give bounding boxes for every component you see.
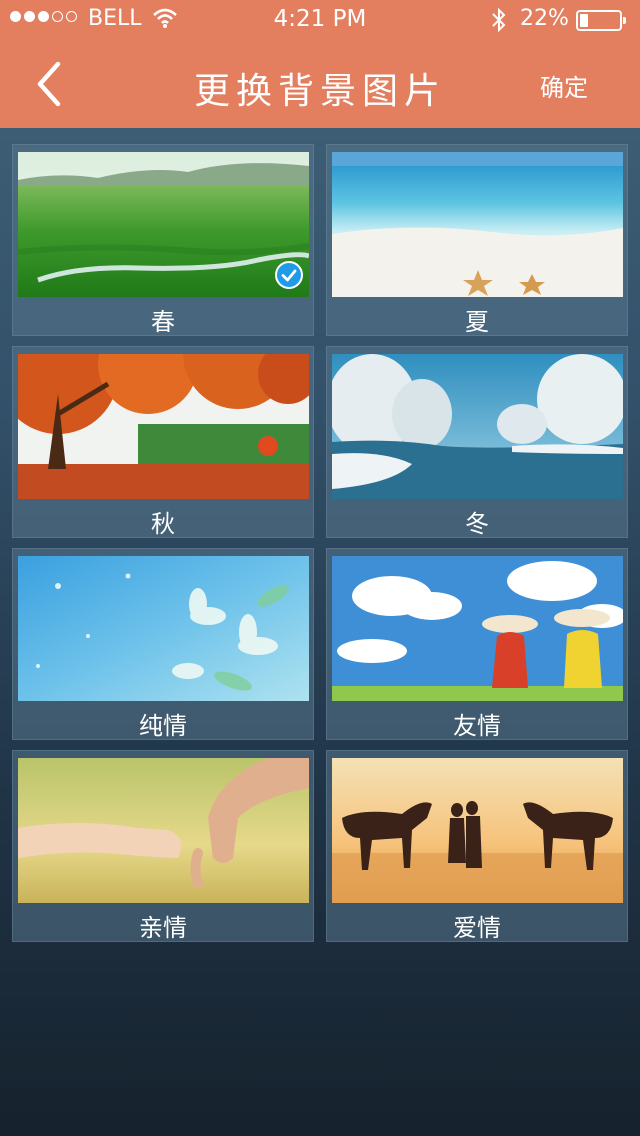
wallpaper-label: 秋 [151, 510, 175, 538]
couple-horses-image [332, 758, 623, 903]
wallpaper-label: 纯情 [139, 712, 187, 740]
wallpaper-pure-love[interactable]: 纯情 [12, 548, 314, 740]
wallpaper-spring[interactable]: 春 [12, 144, 314, 336]
wallpaper-family[interactable]: 亲情 [12, 750, 314, 942]
status-bar: BELL 4:21 PM 22% [0, 0, 640, 40]
navigation-bar: BELL 4:21 PM 22% 更换背景图片 确定 [0, 0, 640, 128]
friends-sky-image [332, 556, 623, 701]
wallpaper-winter[interactable]: 冬 [326, 346, 628, 538]
selected-check-icon [275, 261, 303, 289]
wallpaper-autumn[interactable]: 秋 [12, 346, 314, 538]
wallpaper-label: 爱情 [453, 914, 501, 942]
battery-percentage: 22% [520, 6, 569, 31]
bluetooth-icon [490, 6, 508, 40]
holding-hands-image [18, 758, 309, 903]
wallpaper-summer[interactable]: 夏 [326, 144, 628, 336]
autumn-tree-image [18, 354, 309, 499]
winter-river-image [332, 354, 623, 499]
wallpaper-friendship[interactable]: 友情 [326, 548, 628, 740]
spring-grassland-image [18, 152, 309, 297]
wallpaper-love[interactable]: 爱情 [326, 750, 628, 942]
wallpaper-label: 冬 [465, 510, 489, 538]
wallpaper-label: 春 [151, 308, 175, 336]
wallpaper-label: 友情 [453, 712, 501, 740]
battery-icon [576, 10, 626, 31]
flower-bokeh-image [18, 556, 309, 701]
wallpaper-label: 亲情 [139, 914, 187, 942]
summer-beach-image [332, 152, 623, 297]
confirm-button[interactable]: 确定 [540, 68, 588, 103]
wallpaper-label: 夏 [465, 308, 489, 336]
